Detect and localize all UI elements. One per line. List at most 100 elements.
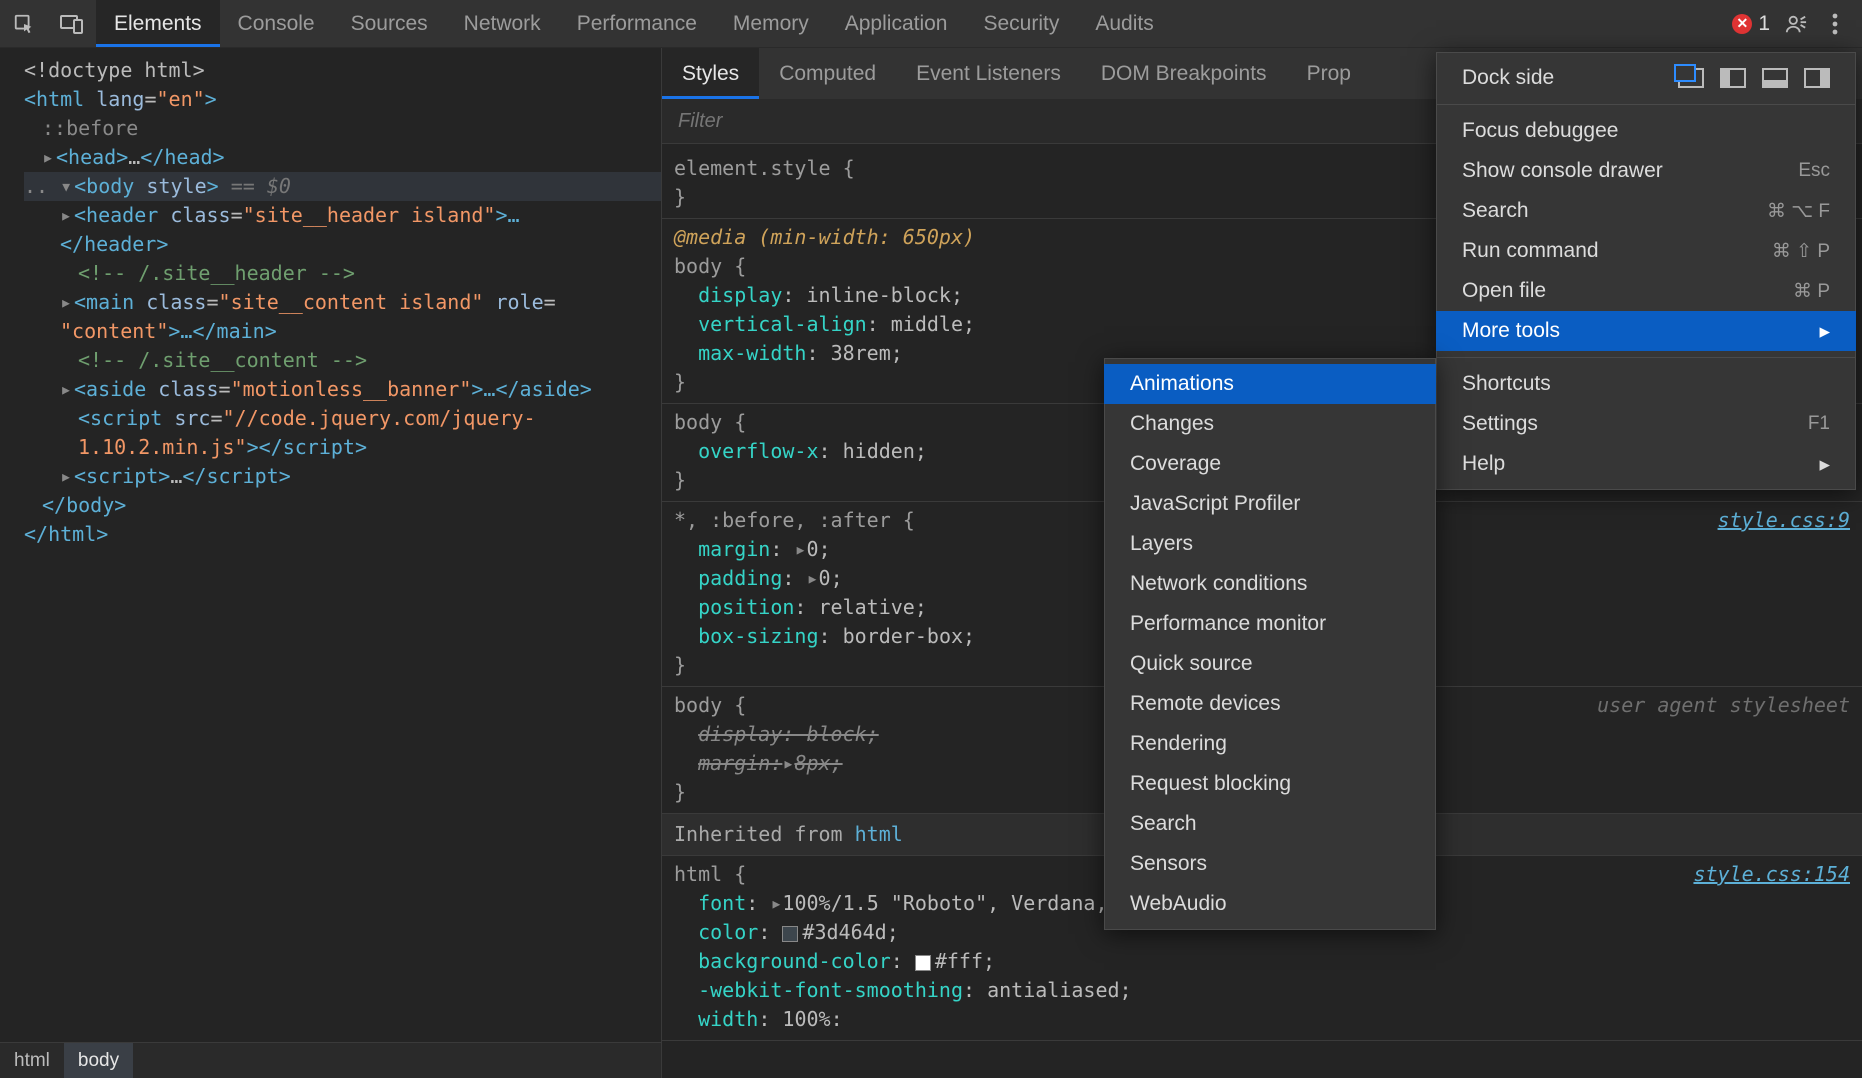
prop-display: display [698, 283, 782, 307]
submenu-sensors[interactable]: Sensors [1104, 844, 1436, 884]
header-end: </header> [60, 232, 168, 256]
menu-search[interactable]: Search⌘ ⌥ F [1436, 191, 1856, 231]
menu-show-drawer[interactable]: Show console drawerEsc [1436, 151, 1856, 191]
submenu-quick-source[interactable]: Quick source [1104, 644, 1436, 684]
script1-close: ></script [247, 435, 355, 459]
attr-style: style [146, 174, 206, 198]
expand-head-icon[interactable]: ▸ [42, 143, 56, 172]
dock-right-icon[interactable] [1804, 68, 1830, 88]
crumb-body[interactable]: body [64, 1043, 133, 1078]
tab-audits[interactable]: Audits [1077, 0, 1171, 47]
prop-bgcolor: background-color [698, 949, 891, 973]
main-role: role [495, 290, 543, 314]
close-brace-3: } [674, 653, 686, 677]
selected-body-node[interactable]: .. ▾<body style> == $0 [24, 172, 661, 201]
menu-help[interactable]: Help▸ [1436, 444, 1856, 484]
tab-memory[interactable]: Memory [715, 0, 827, 47]
submenu-rendering[interactable]: Rendering [1104, 724, 1436, 764]
submenu-webaudio[interactable]: WebAudio [1104, 884, 1436, 924]
main-eq: = [544, 290, 556, 314]
expand-aside-icon[interactable]: ▸ [60, 375, 74, 404]
submenu-animations[interactable]: Animations [1104, 364, 1436, 404]
val-overflowx: hidden; [843, 439, 927, 463]
subtab-dom-breakpoints[interactable]: DOM Breakpoints [1081, 48, 1287, 99]
prop-boxsizing: box-sizing [698, 624, 818, 648]
head-close: </head> [140, 145, 224, 169]
collapse-body-icon[interactable]: ▾ [60, 172, 74, 201]
attr-class: class [170, 203, 230, 227]
inspect-icon[interactable] [0, 0, 48, 47]
comment-header: <!-- /.site__header --> [78, 261, 355, 285]
comment-content: <!-- /.site__content --> [78, 348, 367, 372]
main-class-val: "site__content island" [219, 290, 484, 314]
header-close: >… [495, 203, 519, 227]
prop-smoothing: -webkit-font-smoothing [698, 978, 963, 1002]
expand-script2-icon[interactable]: ▸ [60, 462, 74, 491]
sel-body-2: body { [674, 410, 746, 434]
dock-popout-icon[interactable] [1678, 68, 1704, 88]
menu-more-tools[interactable]: More tools▸ [1436, 311, 1856, 351]
menu-focus-debuggee[interactable]: Focus debuggee [1436, 111, 1856, 151]
script1-src-val-b: 1.10.2.min.js" [78, 435, 247, 459]
crumb-html[interactable]: html [0, 1043, 64, 1078]
devtools-tabbar: Elements Console Sources Network Perform… [0, 0, 1862, 48]
menu-shortcuts[interactable]: Shortcuts [1436, 364, 1856, 404]
menu-separator [1436, 104, 1856, 105]
subtab-styles[interactable]: Styles [662, 48, 759, 99]
body-close: </body> [42, 493, 126, 517]
error-badge[interactable]: ✕ 1 [1732, 12, 1770, 36]
strike-margin-label: margin: [698, 751, 782, 775]
html-close: </html> [24, 522, 108, 546]
menu-run-command[interactable]: Run command⌘ ⇧ P [1436, 231, 1856, 271]
src-link-1[interactable]: style.css:9 [1718, 508, 1850, 532]
expand-header-icon[interactable]: ▸ [60, 201, 74, 230]
close-brace: } [674, 185, 686, 209]
prop-color: color [698, 920, 758, 944]
prop-margin: margin [698, 537, 770, 561]
device-toggle-icon[interactable] [48, 0, 96, 47]
submenu-request-blocking[interactable]: Request blocking [1104, 764, 1436, 804]
subtab-properties[interactable]: Prop [1287, 48, 1371, 99]
error-icon: ✕ [1732, 14, 1752, 34]
submenu-layers[interactable]: Layers [1104, 524, 1436, 564]
strike-margin-val: 8px; [794, 751, 842, 775]
submenu-remote-devices[interactable]: Remote devices [1104, 684, 1436, 724]
inh-el: html [855, 822, 903, 846]
prop-padding: padding [698, 566, 782, 590]
feedback-icon[interactable] [1780, 13, 1812, 35]
menu-dock-side: Dock side [1436, 58, 1856, 98]
submenu-changes[interactable]: Changes [1104, 404, 1436, 444]
src-link-2[interactable]: style.css:154 [1693, 862, 1850, 886]
dock-left-icon[interactable] [1720, 68, 1746, 88]
prop-font: font [698, 891, 746, 915]
tab-console[interactable]: Console [220, 0, 333, 47]
tab-security[interactable]: Security [965, 0, 1077, 47]
tab-elements[interactable]: Elements [96, 0, 220, 47]
tab-network[interactable]: Network [446, 0, 559, 47]
submenu-performance-monitor[interactable]: Performance monitor [1104, 604, 1436, 644]
tab-application[interactable]: Application [827, 0, 966, 47]
script1-open: <script [78, 406, 162, 430]
menu-settings[interactable]: SettingsF1 [1436, 404, 1856, 444]
script2-ell: … [170, 464, 182, 488]
val-lang: "en" [156, 87, 204, 111]
dom-pane: <!doctype html> <html lang="en"> ::befor… [0, 48, 662, 1078]
color-swatch-2[interactable] [915, 955, 931, 971]
subtab-computed[interactable]: Computed [759, 48, 896, 99]
submenu-network-conditions[interactable]: Network conditions [1104, 564, 1436, 604]
tab-sources[interactable]: Sources [333, 0, 446, 47]
color-swatch-1[interactable] [782, 926, 798, 942]
dom-tree[interactable]: <!doctype html> <html lang="en"> ::befor… [0, 48, 661, 1042]
kebab-menu-icon[interactable] [1822, 13, 1848, 35]
submenu-javascript-profiler[interactable]: JavaScript Profiler [1104, 484, 1436, 524]
subtab-event-listeners[interactable]: Event Listeners [896, 48, 1081, 99]
tab-performance[interactable]: Performance [559, 0, 715, 47]
sel-html: html { [674, 862, 746, 886]
expand-main-icon[interactable]: ▸ [60, 288, 74, 317]
submenu-search[interactable]: Search [1104, 804, 1436, 844]
menu-open-file[interactable]: Open file⌘ P [1436, 271, 1856, 311]
submenu-coverage[interactable]: Coverage [1104, 444, 1436, 484]
script2-open: <script> [74, 464, 170, 488]
prop-valign: vertical-align [698, 312, 867, 336]
dock-bottom-icon[interactable] [1762, 68, 1788, 88]
